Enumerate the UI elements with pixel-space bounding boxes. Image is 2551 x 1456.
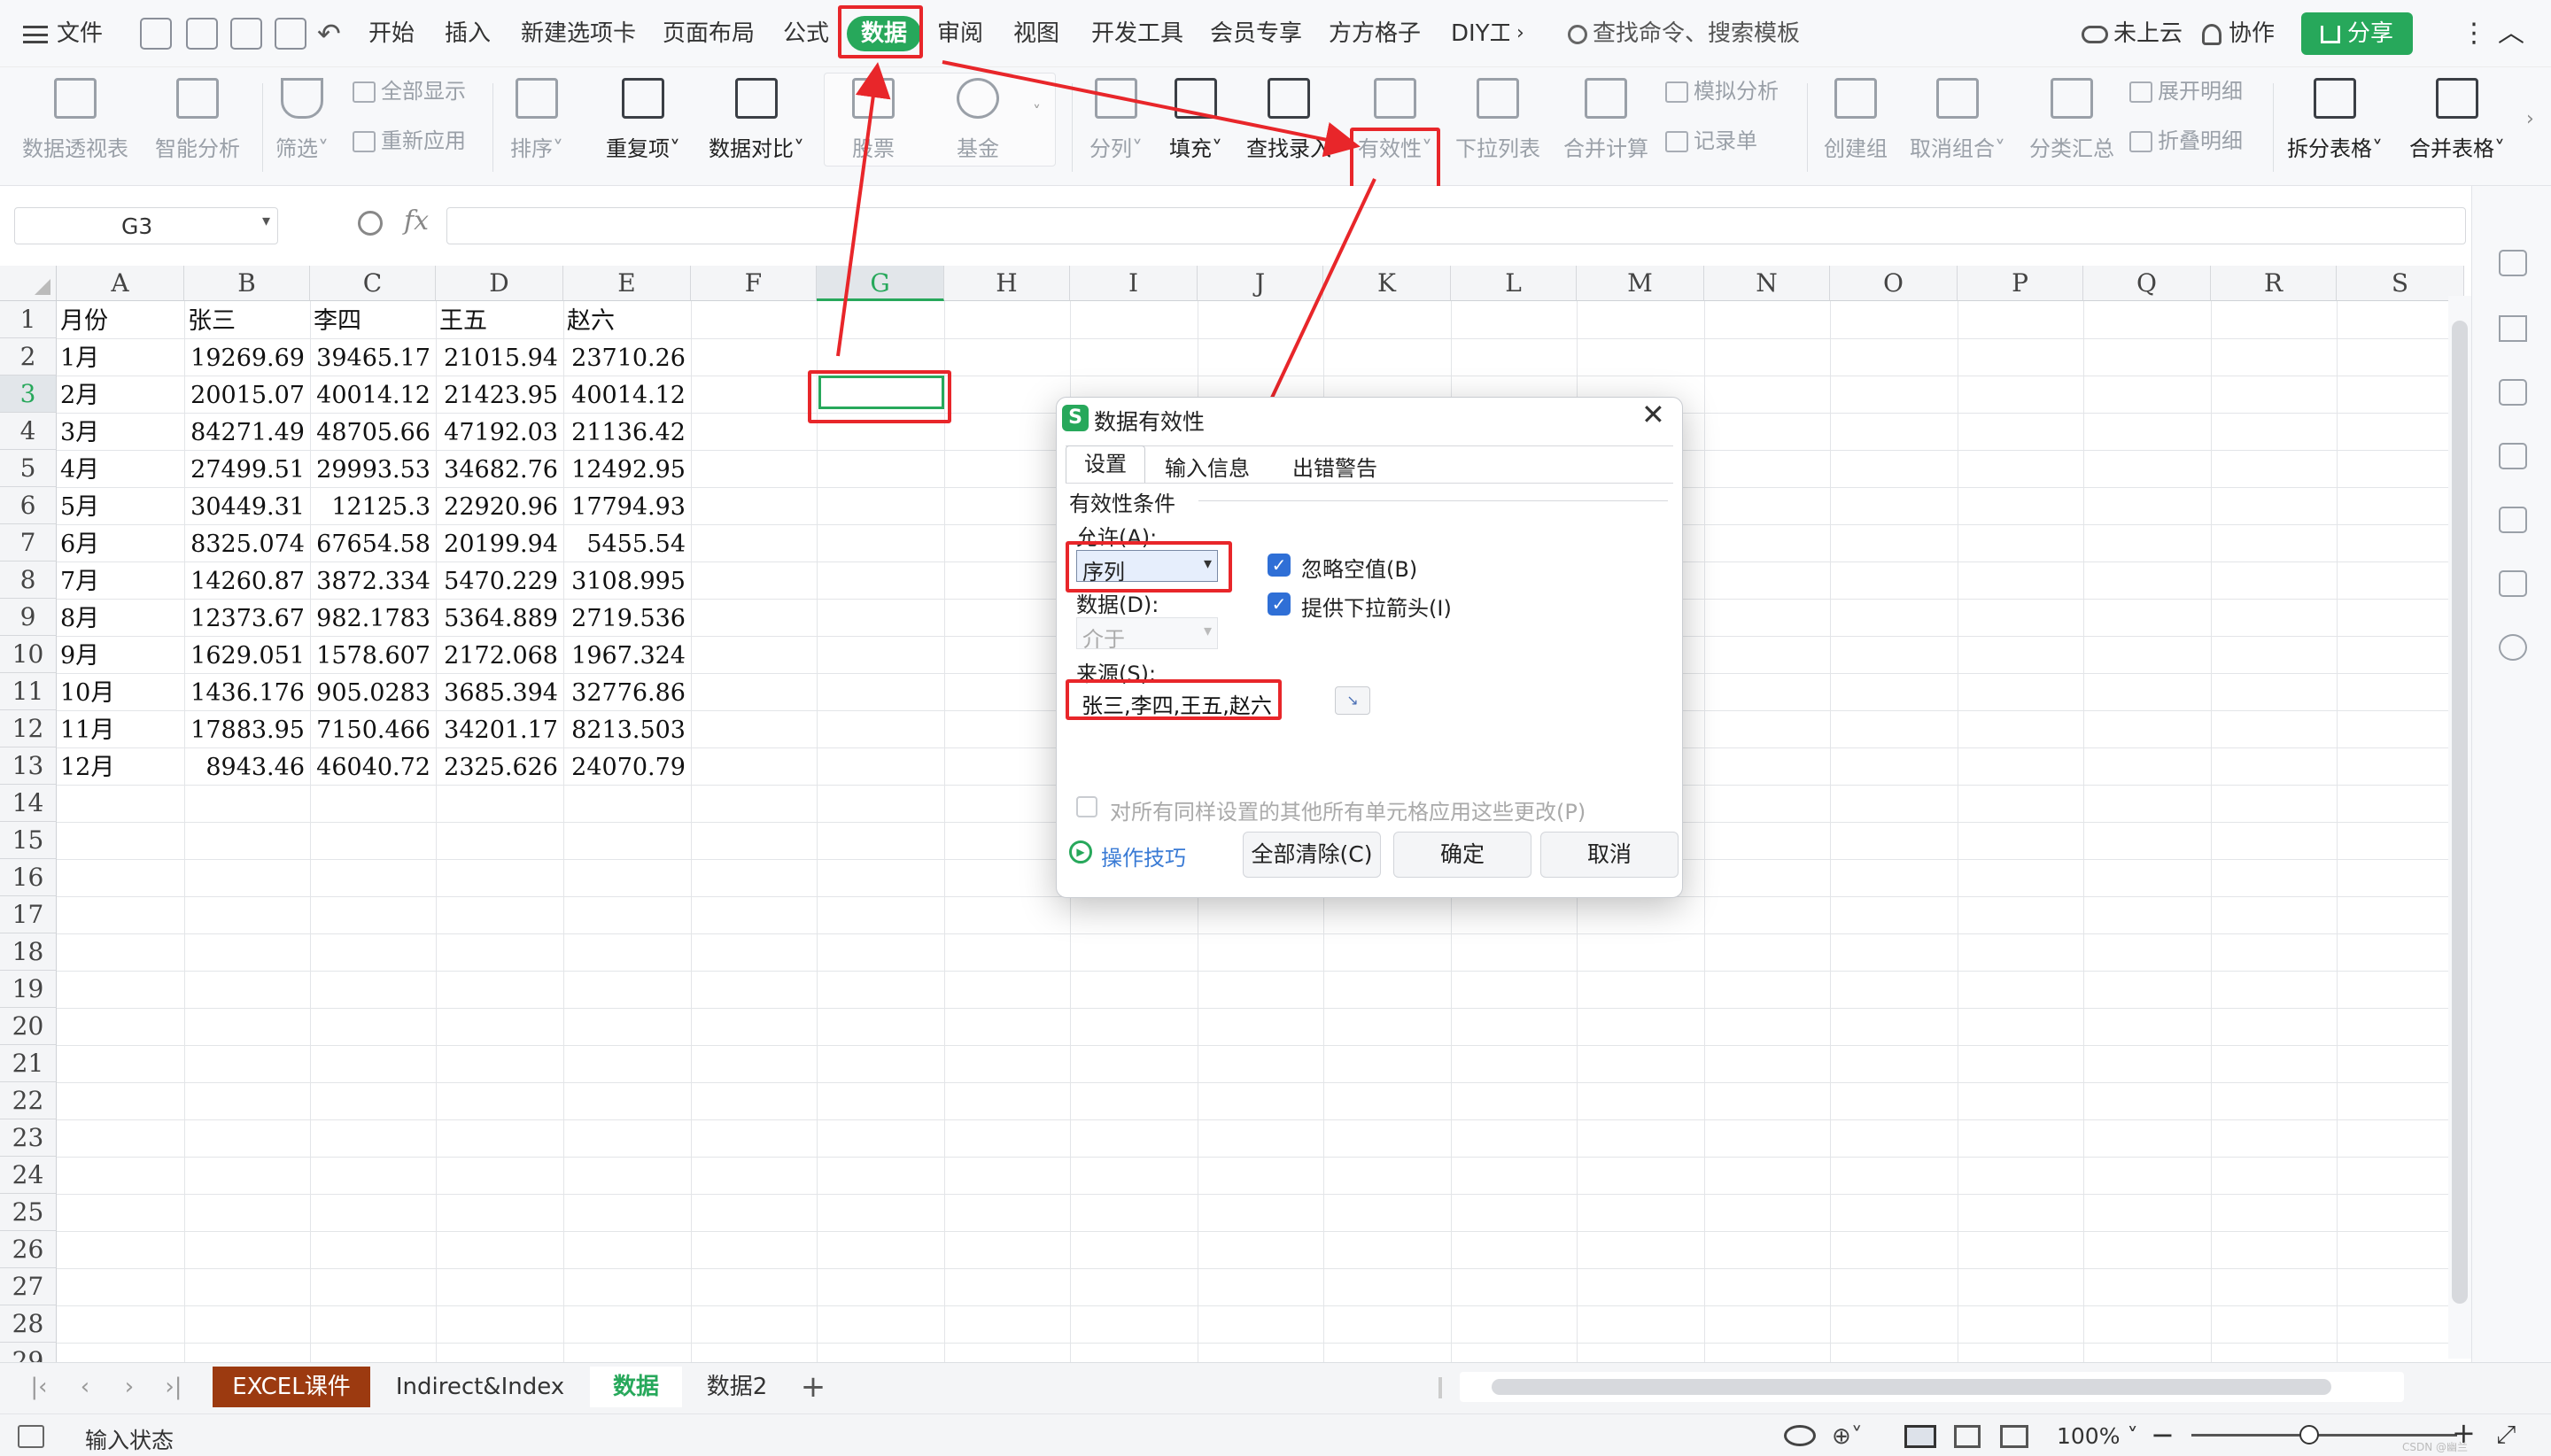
clear-all-button[interactable]: 全部清除(C) (1243, 832, 1381, 878)
ignore-blank-checkbox[interactable]: ✓ (1268, 554, 1291, 577)
tips-link[interactable]: 操作技巧 (1101, 840, 1186, 871)
sheet-tab-excel-course[interactable]: EXCEL课件 (213, 1367, 370, 1407)
range-picker-icon[interactable]: ↘ (1335, 686, 1370, 715)
sheet-tab-data2[interactable]: 数据2 (691, 1367, 783, 1407)
reading-mode-icon[interactable]: ⊕˅ (1832, 1423, 1863, 1450)
add-sheet-icon[interactable]: + (794, 1367, 833, 1407)
allow-select[interactable]: 序列 ▾ (1076, 550, 1218, 585)
cancel-button[interactable]: 取消 (1540, 832, 1679, 878)
sheet-tab-bar: |‹ ‹ › ›| EXCEL课件 Indirect&Index 数据 数据2 … (0, 1362, 2551, 1413)
ignore-blank-label: 忽略空值(B) (1301, 557, 1418, 582)
status-bar: 输入状态 ⊕˅ 100% ˅ − + ⤢ CSDN @幽兰 (0, 1413, 2551, 1456)
zoom-slider[interactable] (2191, 1434, 2457, 1437)
tab-content-divider (1066, 483, 1673, 484)
data-select: 介于 ▾ (1076, 617, 1218, 652)
properties-icon[interactable] (2499, 379, 2527, 406)
fullscreen-icon[interactable]: ⤢ (2496, 1420, 2516, 1450)
ai-assistant-icon[interactable] (2499, 250, 2527, 276)
share-panel-icon[interactable] (2499, 634, 2527, 661)
zoom-level[interactable]: 100% ˅ (2057, 1423, 2138, 1449)
page-break-view-icon[interactable] (2000, 1425, 2028, 1448)
sheet-tab-data[interactable]: 数据 (590, 1367, 682, 1407)
image-tools-icon[interactable] (2499, 570, 2527, 597)
watermark: CSDN @幽兰 (2402, 1441, 2469, 1453)
tab-error-alert[interactable]: 出错警告 (1292, 451, 1377, 482)
dropdown-arrow-checkbox[interactable]: ✓ (1268, 592, 1291, 616)
ok-button[interactable]: 确定 (1393, 832, 1531, 878)
arrow-cell-to-data-tab (836, 62, 891, 357)
play-tips-icon[interactable]: ▶ (1069, 840, 1092, 864)
eye-protection-icon[interactable] (1784, 1425, 1816, 1446)
right-side-panel (2471, 186, 2551, 1362)
allow-label: 允许(A): (1076, 525, 1158, 550)
sheet-tab-indirect-index[interactable]: Indirect&Index (379, 1367, 581, 1407)
input-mode-status: 输入状态 (85, 1428, 174, 1453)
prev-sheet-icon[interactable]: ‹ (67, 1367, 103, 1407)
chevron-down-icon: ▾ (1203, 554, 1212, 573)
zoom-slider-handle[interactable] (2299, 1425, 2319, 1444)
section-title: 有效性条件 (1069, 492, 1175, 516)
tab-settings[interactable]: 设置 (1066, 445, 1145, 483)
last-sheet-icon[interactable]: ›| (156, 1367, 191, 1407)
dropdown-arrow-label: 提供下拉箭头(I) (1301, 596, 1452, 621)
wps-app-icon: S (1062, 405, 1089, 431)
chevron-down-icon: ▾ (1203, 622, 1212, 640)
tab-input-message[interactable]: 输入信息 (1165, 451, 1250, 482)
format-icon[interactable] (2499, 507, 2527, 533)
macro-record-icon[interactable] (18, 1425, 44, 1448)
backup-icon[interactable] (2499, 443, 2527, 469)
first-sheet-icon[interactable]: |‹ (21, 1367, 57, 1407)
apply-all-label: 对所有同样设置的其他所有单元格应用这些更改(P) (1110, 800, 1586, 825)
dialog-title: 数据有效性 (1094, 409, 1206, 435)
close-icon[interactable]: ✕ (1641, 398, 1665, 431)
apply-all-checkbox[interactable] (1076, 796, 1097, 817)
select-pointer-icon[interactable] (2499, 315, 2527, 342)
section-divider (1198, 500, 1668, 501)
horizontal-scroll-thumb[interactable] (1492, 1379, 2331, 1395)
normal-view-icon[interactable] (1904, 1425, 1936, 1448)
zoom-out-icon[interactable]: − (2151, 1418, 2175, 1452)
next-sheet-icon[interactable]: › (112, 1367, 147, 1407)
horizontal-scrollbar[interactable] (1460, 1372, 2404, 1402)
source-input[interactable]: 张三,李四,王五,赵六 (1076, 685, 1315, 718)
data-validation-dialog: S 数据有效性 ✕ 设置 输入信息 出错警告 有效性条件 允许(A): 序列 ▾… (1056, 397, 1683, 898)
tab-strip-divider (1066, 445, 1673, 446)
data-label: 数据(D): (1076, 592, 1159, 617)
arrow-data-to-validity (942, 60, 1361, 158)
source-label: 来源(S): (1076, 662, 1157, 686)
tab-splitter[interactable] (1438, 1377, 1442, 1398)
page-layout-view-icon[interactable] (1954, 1425, 1981, 1448)
